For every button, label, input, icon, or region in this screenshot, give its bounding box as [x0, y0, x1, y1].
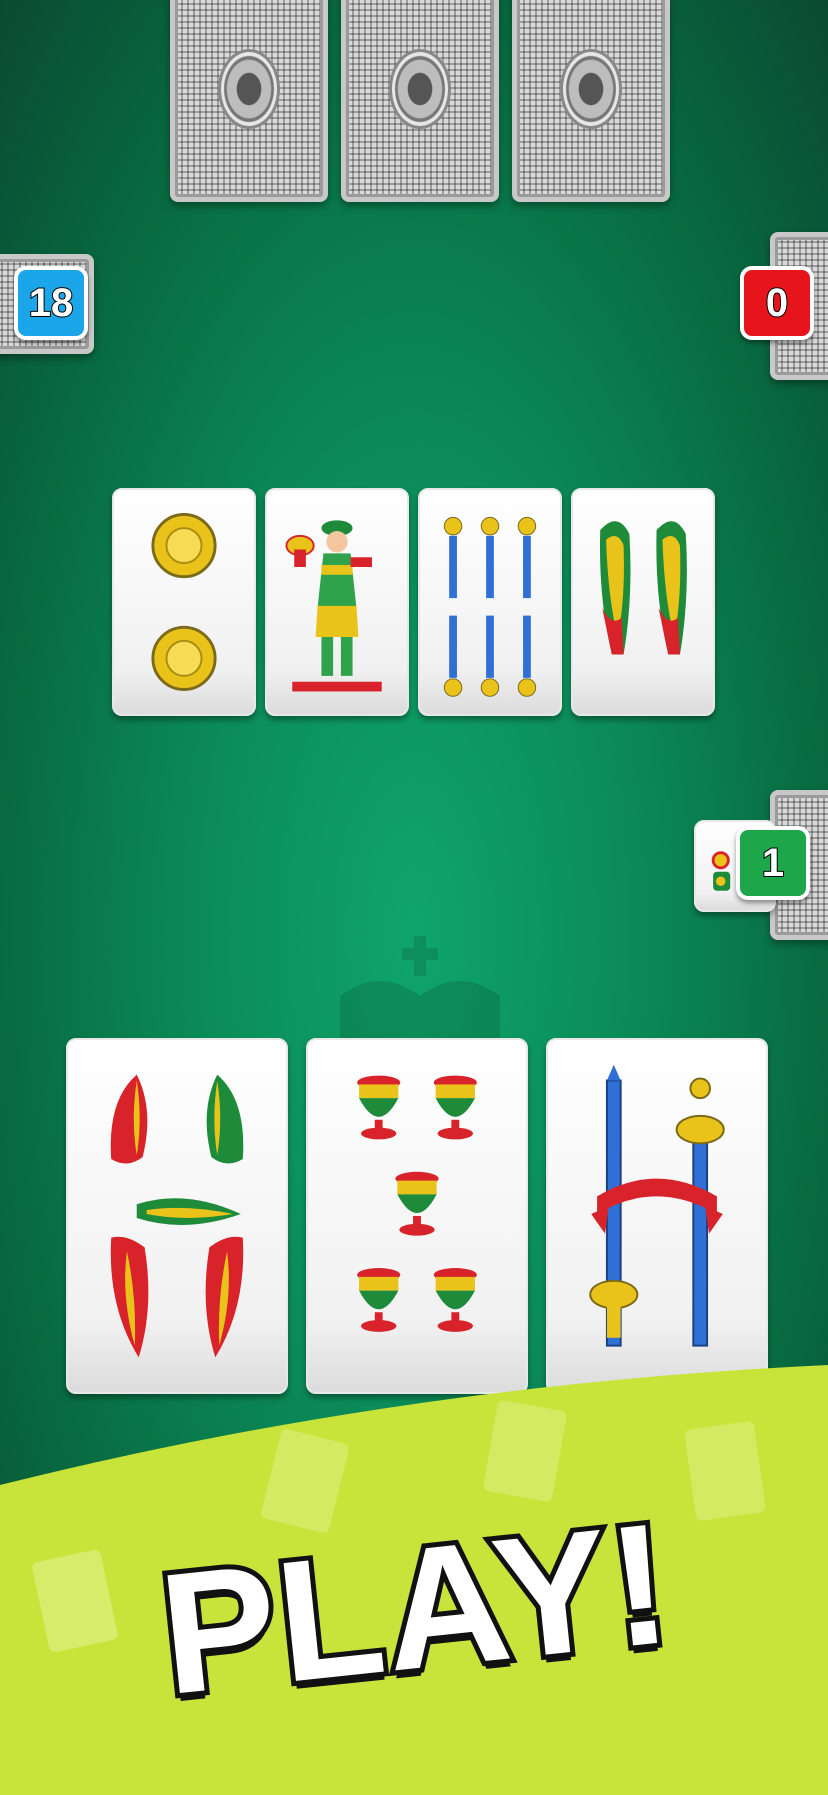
right-player-score-badge: 0 [740, 266, 814, 340]
left-player-score-badge: 18 [14, 266, 88, 340]
sword-blade [486, 615, 494, 678]
sword-hilt [517, 516, 537, 536]
hand-card-5-of-batons[interactable] [66, 1038, 288, 1394]
cup-pip [357, 1268, 401, 1332]
coins-suit-art [151, 513, 217, 691]
sword-blade [449, 535, 457, 599]
sword-hilt [517, 678, 537, 697]
cup-pip [357, 1075, 401, 1140]
table-card-6-of-swords[interactable] [418, 488, 562, 716]
sword-hilt [443, 516, 463, 536]
hand-card-5-of-cups[interactable] [306, 1038, 528, 1394]
hand-card-2-of-swords[interactable] [546, 1038, 768, 1394]
cup-pip [433, 1268, 477, 1332]
swords-suit-art [443, 516, 537, 697]
cup-pip [395, 1171, 439, 1236]
sword-hilt [443, 678, 463, 697]
table-card-2-of-coins[interactable] [112, 488, 256, 716]
sword-blade [449, 615, 457, 678]
table-card-knave-of-cups[interactable] [265, 488, 409, 716]
sword-blade [486, 535, 494, 599]
opponent-card-back-3 [512, 0, 670, 202]
batons-suit-art [599, 521, 687, 655]
cup-pip [433, 1075, 477, 1140]
game-table: 18 0 1 PLAY! [0, 0, 828, 1795]
sword-hilt [480, 678, 500, 697]
sword-blade [523, 615, 531, 678]
opponent-card-back-1 [170, 0, 328, 202]
table-card-2-of-batons[interactable] [571, 488, 715, 716]
sword-hilt [480, 516, 500, 536]
sword-blade [523, 535, 531, 599]
right-lower-score-badge: 1 [736, 826, 810, 900]
cups-suit-art [357, 1075, 477, 1332]
swords-suit-art [589, 1064, 725, 1347]
batons-suit-art [110, 1074, 244, 1358]
opponent-card-back-2 [341, 0, 499, 202]
knave-figure-art [285, 520, 382, 692]
